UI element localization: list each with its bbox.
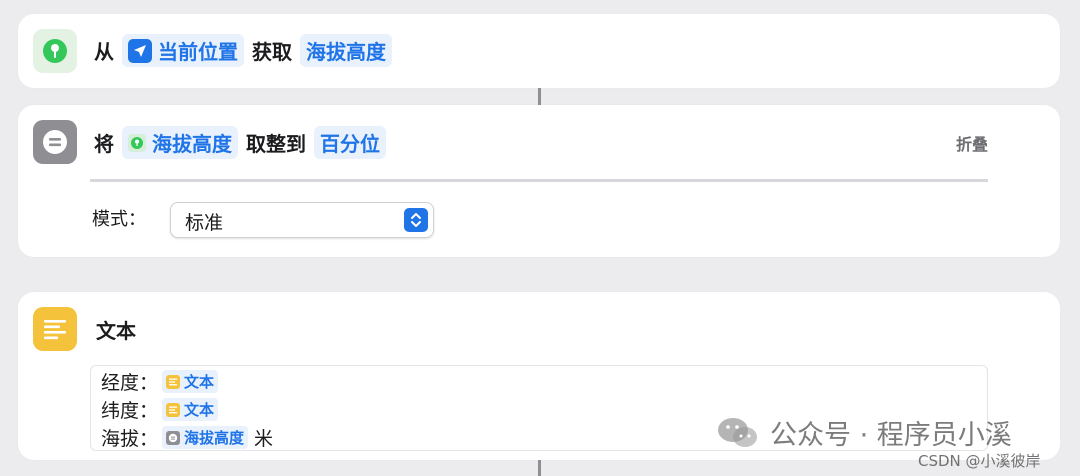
mode-select-value: 标准: [185, 212, 224, 234]
text-variable-label: 文本: [184, 373, 215, 391]
action-round-number[interactable]: 将 海拔高度 取整到 百分位 折叠 模式： 标准: [18, 105, 1060, 257]
connector-line: [538, 88, 541, 105]
text-variable-label: 文本: [184, 401, 215, 419]
altitude-variable-label: 海拔高度: [184, 429, 245, 447]
text-line: 经度： 文本: [101, 368, 219, 395]
unit-suffix: 米: [254, 428, 274, 450]
wechat-icon: [716, 415, 760, 451]
connector-line: [538, 460, 541, 476]
csdn-credit: CSDN @小溪彼岸: [918, 452, 1041, 470]
text-action-title: 文本: [96, 319, 136, 343]
text-line: 纬度： 文本: [101, 396, 219, 423]
mode-label: 模式：: [92, 209, 146, 230]
precision-token[interactable]: 百分位: [314, 126, 386, 159]
get-label: 获取: [252, 40, 292, 64]
text-icon: [166, 374, 181, 389]
collapse-button[interactable]: 折叠: [956, 131, 988, 155]
detail-token[interactable]: 海拔高度: [300, 34, 392, 67]
text-variable-token[interactable]: 文本: [162, 398, 219, 421]
text-variable-token[interactable]: 文本: [162, 370, 219, 393]
input-token-label: 海拔高度: [152, 132, 232, 156]
location-arrow-icon: [128, 38, 152, 63]
input-token[interactable]: 海拔高度: [122, 126, 238, 159]
source-token-label: 当前位置: [158, 40, 238, 64]
watermark: 公众号 · 程序员小溪: [716, 413, 1012, 452]
text-line: 海拔： 海拔高度 米: [101, 424, 273, 451]
action-get-location-detail[interactable]: 从 当前位置 获取 海拔高度: [18, 14, 1060, 88]
round-number-icon: [33, 120, 77, 164]
divider: [90, 179, 988, 182]
location-pin-icon: [128, 133, 146, 152]
round-label: 取整到: [246, 132, 306, 156]
location-pin-icon: [33, 29, 77, 73]
altitude-variable-token[interactable]: 海拔高度: [162, 426, 249, 449]
from-label: 从: [94, 40, 114, 64]
text-icon: [166, 402, 181, 417]
text-icon: [33, 307, 77, 351]
round-prefix: 将: [94, 132, 114, 156]
line-label: 海拔：: [101, 428, 159, 450]
round-number-icon: [166, 430, 181, 445]
watermark-text: 公众号 · 程序员小溪: [770, 420, 1012, 451]
chevron-up-down-icon[interactable]: [404, 208, 428, 232]
mode-select[interactable]: 标准: [170, 202, 434, 238]
source-token[interactable]: 当前位置: [122, 34, 244, 67]
line-label: 纬度：: [101, 400, 159, 422]
line-label: 经度：: [101, 372, 159, 394]
